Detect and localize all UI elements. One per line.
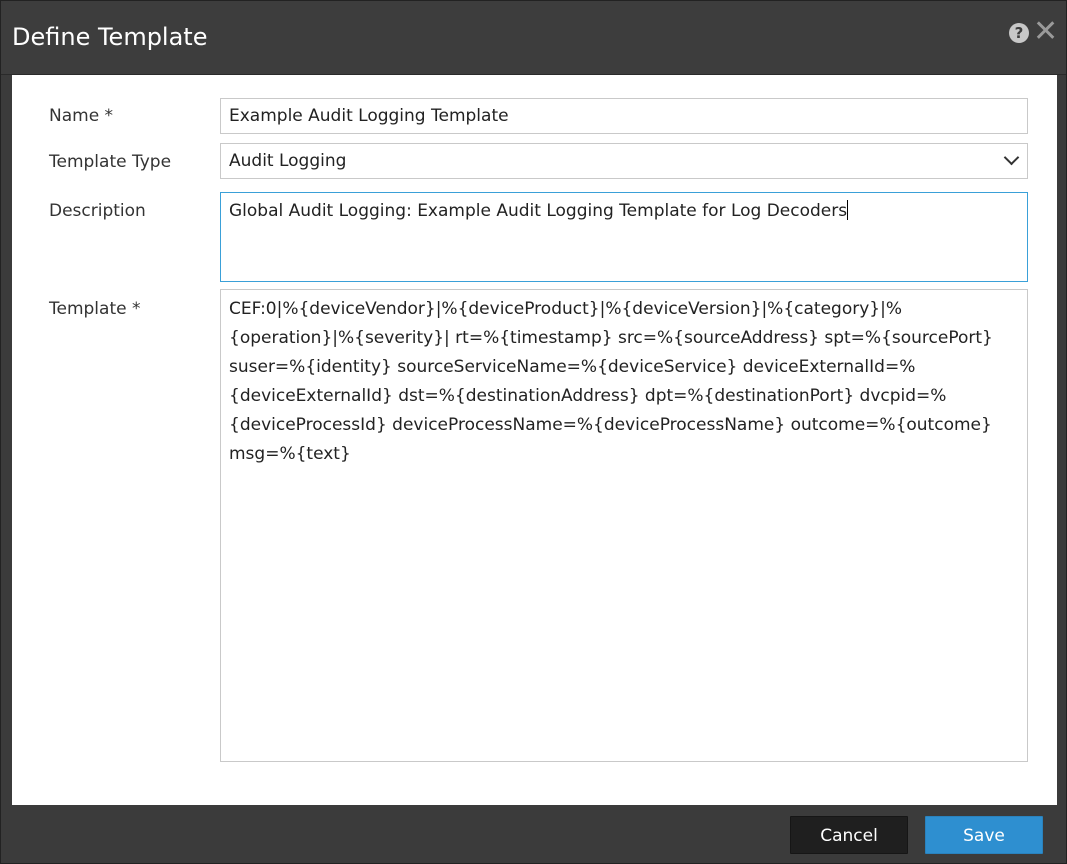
template-value: CEF:0|%{deviceVendor}|%{deviceProduct}|%… — [229, 299, 993, 464]
dialog-title: Define Template — [12, 23, 208, 51]
define-template-dialog: Define Template ? ✕ Name * Example Audit… — [0, 0, 1067, 864]
form-panel: Name * Example Audit Logging Template Te… — [12, 75, 1057, 805]
name-input-value: Example Audit Logging Template — [229, 106, 509, 126]
template-label: Template * — [49, 299, 141, 319]
text-cursor — [847, 200, 849, 220]
close-icon[interactable]: ✕ — [1033, 15, 1058, 49]
name-input[interactable]: Example Audit Logging Template — [220, 98, 1028, 134]
save-button[interactable]: Save — [925, 816, 1043, 854]
description-label: Description — [49, 201, 146, 221]
help-icon[interactable]: ? — [1009, 23, 1029, 43]
template-type-label: Template Type — [49, 152, 172, 172]
description-textarea[interactable]: Global Audit Logging: Example Audit Logg… — [220, 192, 1028, 282]
name-label: Name * — [49, 106, 114, 126]
cancel-button[interactable]: Cancel — [790, 816, 908, 854]
template-type-select[interactable]: Audit Logging — [220, 143, 1028, 179]
template-textarea[interactable]: CEF:0|%{deviceVendor}|%{deviceProduct}|%… — [220, 289, 1028, 762]
template-type-value: Audit Logging — [229, 151, 347, 171]
dialog-title-bar: Define Template ? ✕ — [1, 1, 1066, 75]
description-value: Global Audit Logging: Example Audit Logg… — [229, 201, 848, 221]
dialog-footer: Cancel Save — [1, 806, 1066, 863]
chevron-down-icon — [1003, 149, 1020, 166]
